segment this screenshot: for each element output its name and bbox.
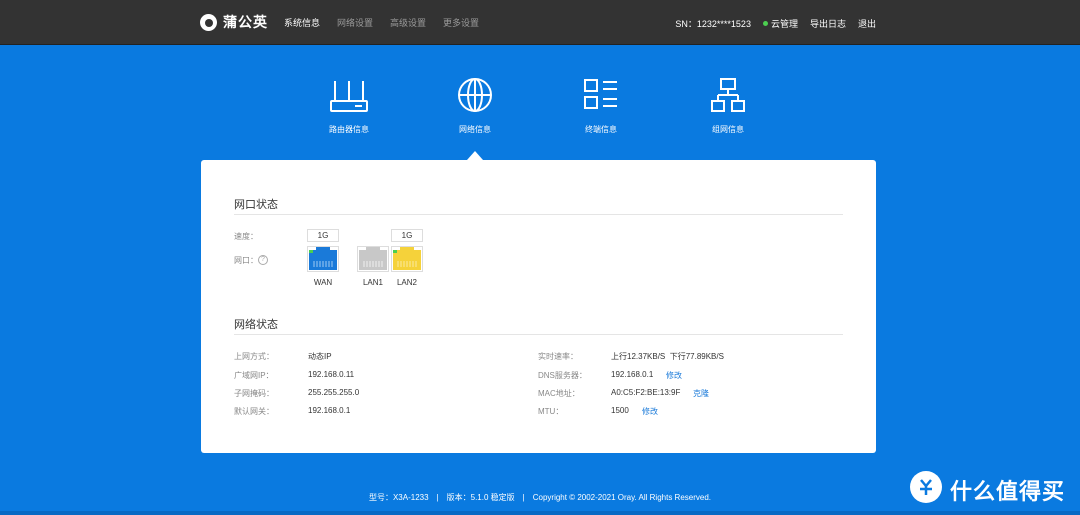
export-log-link[interactable]: 导出日志 bbox=[810, 17, 846, 30]
info-category-tabs: 路由器信息 网络信息 终端信息 组网信息 bbox=[0, 70, 1080, 160]
network-status-title: 网络状态 bbox=[234, 319, 278, 331]
nav-advanced-settings[interactable]: 高级设置 bbox=[390, 16, 426, 29]
speed-label: 速度： bbox=[234, 232, 258, 241]
wan-speed-badge: 1G bbox=[307, 229, 339, 242]
brand-name: 蒲公英 bbox=[223, 14, 268, 30]
tab-group-network-info[interactable]: 组网信息 bbox=[683, 70, 773, 135]
port-label: 网口： bbox=[234, 256, 258, 265]
tab-terminal-info[interactable]: 终端信息 bbox=[556, 70, 646, 135]
cloud-management-link[interactable]: 云管理 bbox=[762, 17, 798, 30]
edit-dns-link[interactable]: 修改 bbox=[666, 370, 682, 381]
lan2-speed-badge: 1G bbox=[391, 229, 423, 242]
connection-type-value: 动态IP bbox=[308, 352, 332, 361]
port-status-title: 网口状态 bbox=[234, 199, 278, 211]
ethernet-port-icon bbox=[393, 247, 421, 270]
watermark-logo-icon bbox=[910, 471, 942, 503]
help-icon[interactable]: ? bbox=[258, 255, 268, 265]
main-nav: 系统信息 网络设置 高级设置 更多设置 bbox=[284, 16, 479, 29]
header-actions: SN：1232****1523 云管理 导出日志 退出 bbox=[675, 17, 876, 30]
tab-group-network-info-label: 组网信息 bbox=[712, 125, 744, 134]
section-divider bbox=[234, 334, 843, 335]
tab-terminal-info-label: 终端信息 bbox=[585, 125, 617, 134]
subnet-mask-value: 255.255.255.0 bbox=[308, 388, 360, 397]
tab-network-info[interactable]: 网络信息 bbox=[430, 70, 520, 135]
clone-mac-link[interactable]: 克隆 bbox=[693, 388, 709, 399]
tab-router-info[interactable]: 路由器信息 bbox=[304, 70, 394, 135]
default-gateway-value: 192.168.0.1 bbox=[308, 406, 351, 415]
brand-logo[interactable]: 蒲公英 bbox=[200, 11, 268, 33]
watermark-text: 什么值得买 bbox=[950, 479, 1066, 504]
lan2-port[interactable] bbox=[391, 246, 423, 272]
router-icon bbox=[330, 81, 368, 112]
ethernet-port-icon bbox=[359, 247, 387, 270]
wan-port-label: WAN bbox=[313, 278, 333, 287]
dns-server-value: 192.168.0.1 bbox=[611, 370, 654, 379]
wan-ip-label: 广域网IP： bbox=[234, 371, 274, 380]
ethernet-port-icon bbox=[309, 247, 337, 270]
wan-port[interactable] bbox=[307, 246, 339, 272]
wan-ip-value: 192.168.0.11 bbox=[308, 370, 355, 379]
mac-address-label: MAC地址： bbox=[538, 389, 580, 398]
active-tab-pointer bbox=[467, 151, 483, 160]
dns-server-label: DNS服务器： bbox=[538, 371, 587, 380]
model-text: 型号：X3A-1233 bbox=[368, 493, 429, 502]
section-divider bbox=[234, 214, 843, 215]
realtime-rate-value: 上行12.37KB/S 下行77.89KB/S bbox=[611, 352, 724, 361]
nav-more-settings[interactable]: 更多设置 bbox=[443, 16, 479, 29]
logout-link[interactable]: 退出 bbox=[858, 17, 876, 30]
copyright-text: Copyright © 2002-2021 Oray. All Rights R… bbox=[532, 493, 712, 502]
realtime-rate-label: 实时速率： bbox=[538, 352, 578, 361]
default-gateway-label: 默认网关： bbox=[234, 407, 274, 416]
lan1-port[interactable] bbox=[357, 246, 389, 272]
dandelion-logo-icon bbox=[200, 13, 217, 31]
connection-type-label: 上网方式： bbox=[234, 352, 274, 361]
device-list-icon bbox=[584, 79, 617, 109]
version-text: 版本：5.1.0 稳定版 bbox=[446, 493, 515, 502]
footer-bar bbox=[0, 511, 1080, 515]
globe-icon bbox=[458, 78, 492, 112]
lan1-port-label: LAN1 bbox=[362, 278, 383, 287]
lan2-port-label: LAN2 bbox=[396, 278, 417, 287]
cloud-management-label: 云管理 bbox=[770, 19, 798, 29]
top-navigation-bar: 蒲公英 系统信息 网络设置 高级设置 更多设置 SN：1232****1523 … bbox=[0, 0, 1080, 45]
edit-mtu-link[interactable]: 修改 bbox=[642, 406, 658, 417]
serial-number: SN：1232****1523 bbox=[675, 19, 751, 29]
online-status-dot-icon bbox=[762, 21, 768, 26]
tab-router-info-label: 路由器信息 bbox=[329, 125, 369, 134]
mtu-label: MTU： bbox=[538, 407, 564, 416]
tab-network-info-label: 网络信息 bbox=[459, 125, 491, 134]
network-info-panel: 网口状态 速度： 网口： ? 1G 1G WAN LAN1 LAN2 网络状态 … bbox=[201, 160, 876, 453]
network-topology-icon bbox=[711, 78, 745, 112]
mac-address-value: A0:C5:F2:BE:13:9F bbox=[611, 388, 681, 397]
mtu-value: 1500 bbox=[611, 406, 629, 415]
nav-network-settings[interactable]: 网络设置 bbox=[337, 16, 373, 29]
nav-system-info[interactable]: 系统信息 bbox=[284, 16, 320, 29]
subnet-mask-label: 子网掩码： bbox=[234, 389, 274, 398]
